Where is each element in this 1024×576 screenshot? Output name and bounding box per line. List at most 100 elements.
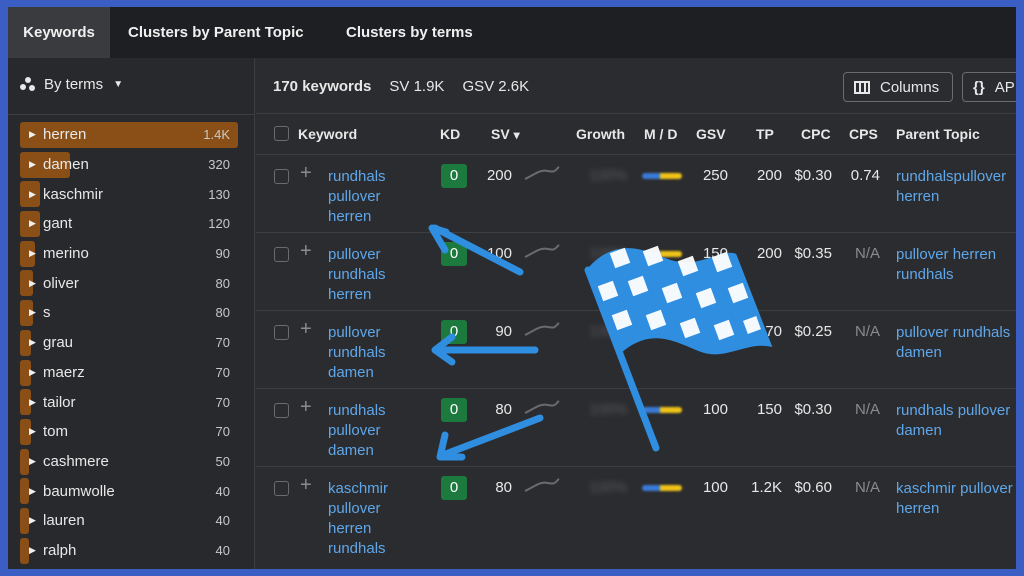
expand-icon[interactable]: ▶ bbox=[20, 486, 38, 497]
expand-icon[interactable]: ▶ bbox=[20, 278, 38, 289]
cps-value: N/A bbox=[854, 323, 880, 340]
col-keyword[interactable]: Keyword bbox=[298, 126, 357, 142]
growth-value: 100% bbox=[589, 167, 628, 184]
expand-icon[interactable]: ▶ bbox=[20, 367, 38, 378]
gsv-value: 100 bbox=[702, 323, 728, 340]
expand-icon[interactable]: ▶ bbox=[20, 307, 38, 318]
expand-icon[interactable]: ▶ bbox=[20, 159, 38, 170]
table-row[interactable]: + pullover rundhals herren 0 100 100% 150 200 $0.… bbox=[256, 232, 1016, 310]
row-checkbox[interactable] bbox=[274, 247, 289, 262]
summary-bar: 170 keywords SV 1.9K GSV 2.6K bbox=[273, 78, 529, 95]
table-row[interactable]: + rundhals pullover damen 0 80 100% 100 150 $0.30… bbox=[256, 388, 1016, 466]
growth-value: 100% bbox=[589, 401, 628, 418]
parent-topic-word: damen bbox=[896, 422, 942, 439]
parent-topic-word: kaschmir pullover bbox=[896, 480, 1013, 497]
tp-value: 1.2K bbox=[751, 479, 782, 496]
columns-button[interactable]: Columns bbox=[843, 72, 953, 102]
add-to-list-icon[interactable]: + bbox=[300, 474, 312, 497]
term-item[interactable]: ▶ grau 70 bbox=[20, 328, 238, 358]
api-button[interactable]: {} AP bbox=[962, 72, 1016, 102]
keyword-link[interactable]: rundhals pullover herren bbox=[328, 167, 408, 227]
col-tp[interactable]: TP bbox=[756, 126, 774, 142]
gsv-total: GSV 2.6K bbox=[462, 78, 530, 95]
row-checkbox[interactable] bbox=[274, 325, 289, 340]
term-count: 70 bbox=[215, 394, 230, 410]
term-item[interactable]: ▶ baumwolle 40 bbox=[20, 476, 238, 506]
term-item[interactable]: ▶ tom 70 bbox=[20, 417, 238, 447]
expand-icon[interactable]: ▶ bbox=[20, 456, 38, 467]
col-kd[interactable]: KD bbox=[440, 126, 460, 142]
col-growth[interactable]: Growth bbox=[576, 126, 625, 142]
col-cps[interactable]: CPS bbox=[849, 126, 878, 142]
add-to-list-icon[interactable]: + bbox=[300, 396, 312, 419]
add-to-list-icon[interactable]: + bbox=[300, 240, 312, 263]
col-gsv[interactable]: GSV bbox=[696, 126, 726, 142]
trend-sparkline bbox=[524, 477, 560, 493]
tab-clusters-terms[interactable]: Clusters by terms bbox=[328, 7, 487, 58]
expand-icon[interactable]: ▶ bbox=[20, 248, 38, 259]
col-cpc[interactable]: CPC bbox=[801, 126, 831, 142]
keyword-link[interactable]: rundhals pullover damen bbox=[328, 401, 408, 461]
keyword-word: damen bbox=[328, 364, 374, 381]
table-header: Keyword KD SV ▾ Growth M / D GSV TP CPC … bbox=[256, 114, 1016, 154]
row-checkbox[interactable] bbox=[274, 169, 289, 184]
term-item[interactable]: ▶ lauren 40 bbox=[20, 506, 238, 536]
keyword-word: rundhals bbox=[328, 540, 386, 557]
term-label: s bbox=[43, 304, 51, 322]
table-row[interactable]: + kaschmir pullover herren rundhals 0 80 100% 10… bbox=[256, 466, 1016, 569]
chevron-down-icon: ▼ bbox=[113, 79, 124, 90]
growth-value: 100% bbox=[589, 323, 628, 340]
sv-value: 100 bbox=[486, 245, 512, 262]
keyword-link[interactable]: pullover rundhals herren bbox=[328, 245, 408, 305]
expand-icon[interactable]: ▶ bbox=[20, 426, 38, 437]
term-item[interactable]: ▶ s 80 bbox=[20, 298, 238, 328]
parent-topic-link[interactable]: kaschmir pullover herren bbox=[896, 479, 1016, 519]
add-to-list-icon[interactable]: + bbox=[300, 318, 312, 341]
parent-topic-link[interactable]: rundhals pullover damen bbox=[896, 401, 1016, 441]
expand-icon[interactable]: ▶ bbox=[20, 545, 38, 556]
col-sv[interactable]: SV ▾ bbox=[491, 126, 520, 142]
cps-value: 0.74 bbox=[850, 167, 880, 184]
add-to-list-icon[interactable]: + bbox=[300, 162, 312, 185]
keyword-word: pullover bbox=[328, 246, 381, 263]
term-item[interactable]: ▶ oliver 80 bbox=[20, 268, 238, 298]
term-label: gant bbox=[43, 215, 73, 233]
term-item[interactable]: ▶ cashmere 50 bbox=[20, 447, 238, 477]
term-count: 80 bbox=[215, 305, 230, 321]
col-md[interactable]: M / D bbox=[644, 126, 677, 142]
expand-icon[interactable]: ▶ bbox=[20, 515, 38, 526]
expand-icon[interactable]: ▶ bbox=[20, 218, 38, 229]
select-all-checkbox[interactable] bbox=[274, 126, 289, 141]
term-item[interactable]: ▶ damen 320 bbox=[20, 150, 238, 180]
term-item[interactable]: ▶ gant 120 bbox=[20, 209, 238, 239]
tab-clusters-parent-topic[interactable]: Clusters by Parent Topic bbox=[110, 7, 328, 58]
tab-keywords[interactable]: Keywords bbox=[8, 7, 110, 58]
parent-topic-link[interactable]: pullover rundhals damen bbox=[896, 323, 1016, 363]
term-label: merino bbox=[43, 245, 89, 263]
term-label: herren bbox=[43, 126, 87, 144]
expand-icon[interactable]: ▶ bbox=[20, 397, 38, 408]
parent-topic-link[interactable]: rundhalspullover herren bbox=[896, 167, 1016, 207]
sv-value: 90 bbox=[495, 323, 512, 340]
expand-icon[interactable]: ▶ bbox=[20, 129, 38, 140]
keyword-link[interactable]: pullover rundhals damen bbox=[328, 323, 408, 383]
trend-sparkline bbox=[524, 399, 560, 415]
kd-badge: 0 bbox=[441, 242, 467, 266]
row-checkbox[interactable] bbox=[274, 481, 289, 496]
term-item[interactable]: ▶ herren 1.4K bbox=[20, 120, 238, 150]
col-parent-topic[interactable]: Parent Topic bbox=[896, 126, 980, 142]
row-checkbox[interactable] bbox=[274, 403, 289, 418]
table-row[interactable]: + rundhals pullover herren 0 200 100% 250 200 $0.… bbox=[256, 154, 1016, 232]
term-item[interactable]: ▶ merino 90 bbox=[20, 239, 238, 269]
table-row[interactable]: + pullover rundhals damen 0 90 100% 100 70 $0.25 N… bbox=[256, 310, 1016, 388]
term-item[interactable]: ▶ kaschmir 130 bbox=[20, 179, 238, 209]
expand-icon[interactable]: ▶ bbox=[20, 337, 38, 348]
keyword-link[interactable]: kaschmir pullover herren rundhals bbox=[328, 479, 408, 559]
term-item[interactable]: ▶ maerz 70 bbox=[20, 358, 238, 388]
term-item[interactable]: ▶ ralph 40 bbox=[20, 536, 238, 566]
term-item[interactable]: ▶ tailor 70 bbox=[20, 387, 238, 417]
api-button-label: AP bbox=[994, 78, 1015, 96]
expand-icon[interactable]: ▶ bbox=[20, 189, 38, 200]
group-by-dropdown[interactable]: By terms ▼ bbox=[20, 76, 123, 93]
parent-topic-link[interactable]: pullover herren rundhals bbox=[896, 245, 1016, 285]
